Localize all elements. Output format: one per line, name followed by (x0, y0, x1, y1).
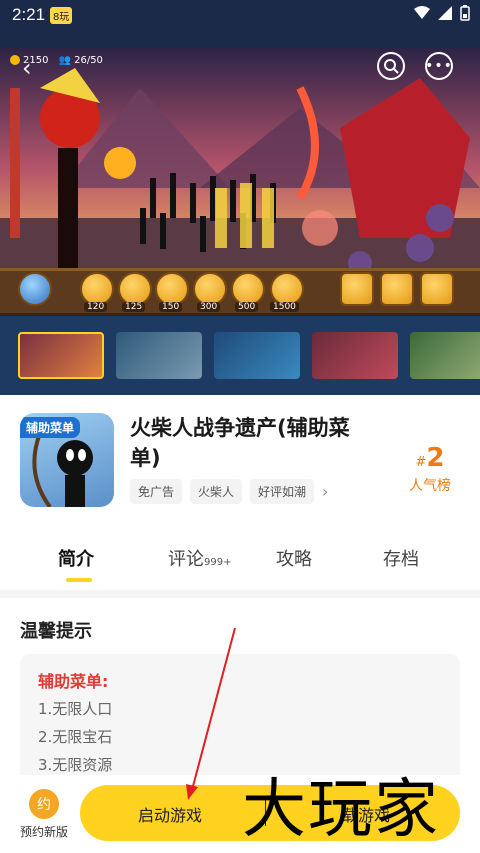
population-counter: 👥 26/50 (58, 55, 103, 66)
unit-cost: 500 (235, 302, 259, 312)
retreat-command-icon (340, 272, 374, 306)
chevron-right-icon[interactable]: › (322, 482, 328, 501)
unit-cost: 1500 (270, 302, 299, 312)
comment-count-badge: 999+ (204, 557, 232, 568)
launch-game-button[interactable]: 启动游戏 载游戏 (80, 785, 460, 841)
app-icon[interactable]: 辅助菜单 (20, 413, 114, 507)
wifi-icon (414, 6, 430, 19)
app-tag[interactable]: 火柴人 (190, 479, 243, 504)
shield-unit-icon (18, 272, 52, 306)
notice-item: 1.无限人口 (38, 700, 113, 718)
sword-unit-icon (118, 272, 152, 306)
status-time: 2:21 (12, 5, 46, 24)
signal-icon (438, 6, 452, 20)
search-button[interactable] (377, 52, 405, 80)
tab-guides[interactable]: 攻略 (276, 545, 312, 571)
screenshot-thumbnail[interactable] (116, 332, 202, 379)
app-tag[interactable]: 免广告 (130, 479, 183, 504)
app-tag[interactable]: 好评如潮 (250, 479, 315, 504)
notice-item: 2.无限宝石 (38, 728, 113, 746)
more-dots-icon: ••• (425, 58, 453, 74)
rank-hash: # (415, 455, 427, 470)
download-game-label[interactable]: 载游戏 (342, 802, 390, 826)
app-title: 火柴人战争遗产(辅助菜单) (130, 416, 350, 470)
population-icon: 👥 (58, 55, 71, 66)
search-icon (384, 59, 399, 74)
status-bar: 2:21 8玩 (0, 0, 480, 30)
status-icons (414, 5, 470, 21)
giant-unit-icon (270, 272, 304, 306)
rank-number: 2 (426, 443, 445, 473)
bottom-action-bar: 约 预约新版 启动游戏 载游戏 (0, 775, 480, 853)
unit-cost: 150 (159, 302, 183, 312)
reserve-label: 预约新版 (19, 825, 68, 839)
gold-coin-icon (10, 55, 20, 65)
gold-counter: 2150 (10, 55, 48, 66)
popularity-rank[interactable]: #2 人气榜 (400, 443, 460, 495)
tab-intro[interactable]: 简介 (58, 545, 94, 571)
rank-label: 人气榜 (409, 478, 451, 494)
notice-heading: 辅助菜单: (38, 672, 109, 691)
app-info-section: 辅助菜单 火柴人战争遗产(辅助菜单) 免广告 火柴人 好评如潮 › #2 人气榜 (0, 395, 480, 535)
section-divider (0, 590, 480, 598)
more-options-button[interactable]: ••• (425, 52, 453, 80)
reserve-new-version-button[interactable]: 约 预约新版 (14, 789, 74, 840)
detail-tabs: 简介 评论999+ 攻略 存档 (0, 535, 480, 595)
status-app-badge: 8玩 (50, 7, 73, 24)
notice-item: 3.无限资源 (38, 756, 113, 774)
screenshot-thumbnail[interactable] (18, 332, 104, 379)
mage-unit-icon (231, 272, 265, 306)
game-screenshot-banner[interactable]: ‹ 2150 👥 26/50 ••• 120 125 150 300 500 1… (0, 0, 480, 395)
screenshot-thumbnail[interactable] (214, 332, 300, 379)
app-tags[interactable]: 免广告 火柴人 好评如潮 › (130, 479, 328, 504)
screenshot-thumbnail-strip[interactable] (0, 316, 480, 395)
game-resources: 2150 👥 26/50 (10, 55, 103, 66)
button-separator (265, 800, 266, 826)
attack-command-icon (420, 272, 454, 306)
unit-cost: 120 (84, 302, 108, 312)
reserve-icon: 约 (29, 789, 59, 819)
miner-unit-icon (80, 272, 114, 306)
tab-saves[interactable]: 存档 (383, 545, 419, 571)
active-tab-indicator (66, 578, 92, 582)
unit-cost: 300 (197, 302, 221, 312)
battery-icon (460, 5, 470, 21)
spartan-unit-icon (193, 272, 227, 306)
archer-unit-icon (155, 272, 189, 306)
notice-title: 温馨提示 (20, 621, 92, 642)
screenshot-thumbnail[interactable] (410, 332, 480, 379)
defend-command-icon (380, 272, 414, 306)
launch-game-label: 启动游戏 (138, 806, 203, 825)
tab-comments-label: 评论 (168, 549, 204, 570)
screenshot-thumbnail[interactable] (312, 332, 398, 379)
app-icon-badge: 辅助菜单 (20, 417, 81, 438)
unit-cost: 125 (122, 302, 146, 312)
tab-comments[interactable]: 评论999+ (168, 545, 231, 571)
